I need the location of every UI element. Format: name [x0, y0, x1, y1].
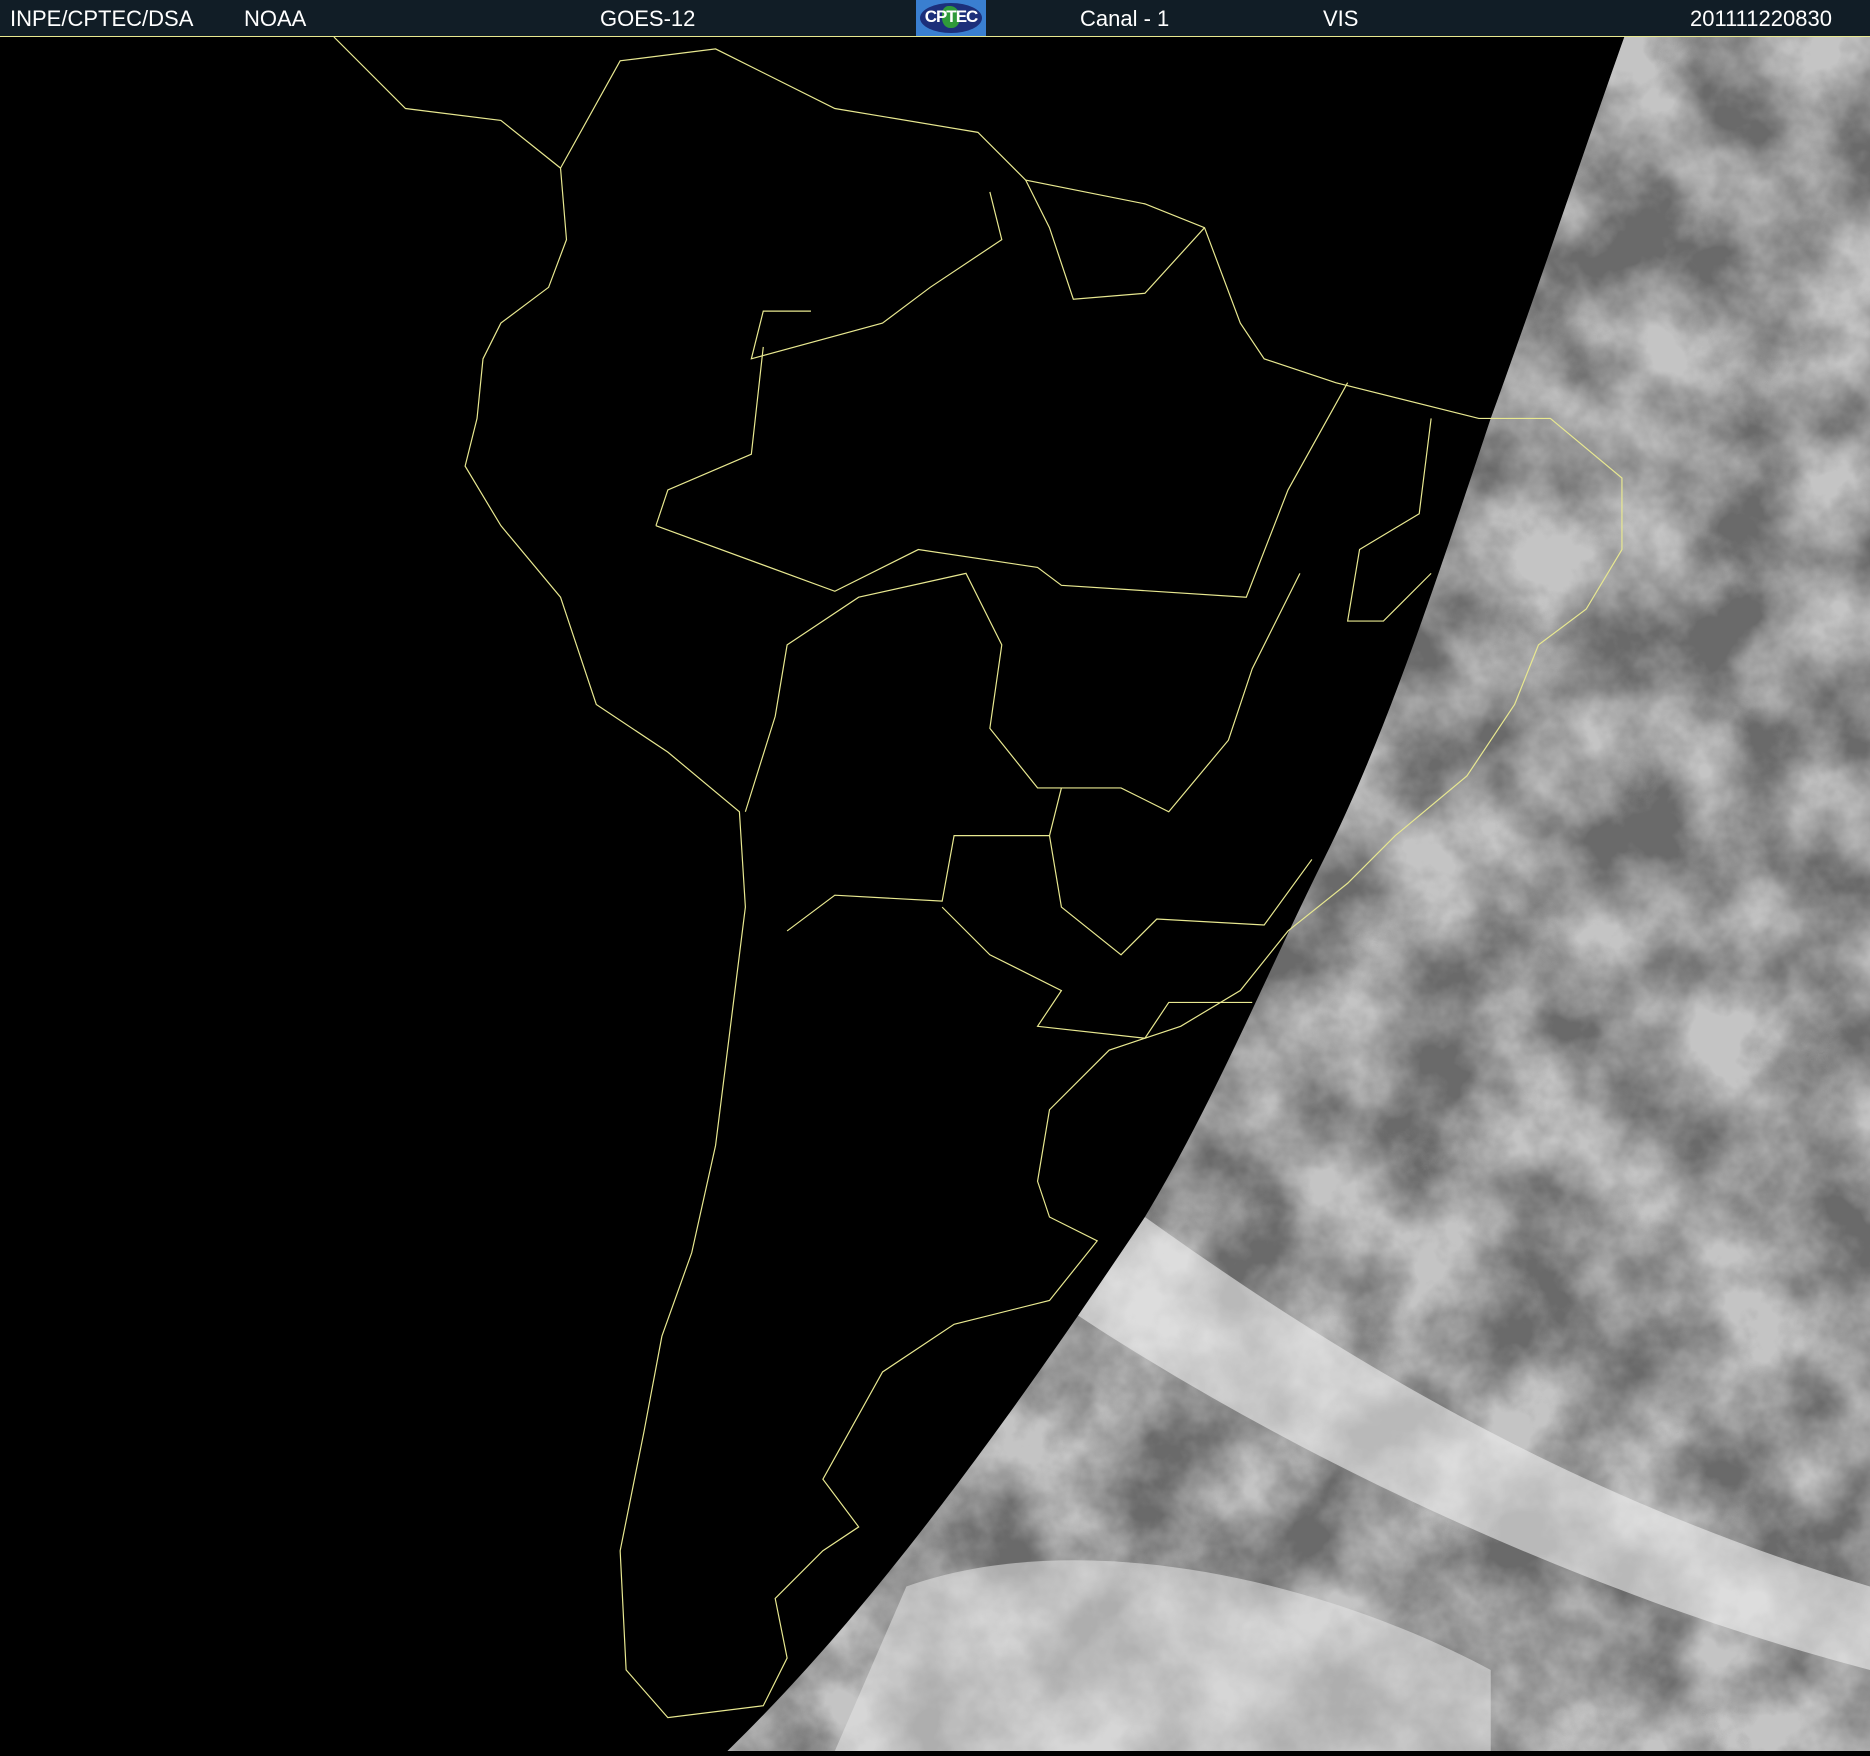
source-label: NOAA [244, 6, 307, 31]
header-bar: INPE/CPTEC/DSA NOAA GOES-12 CPTEC Canal … [0, 0, 1870, 36]
daylight-region [727, 37, 1870, 1751]
logo-text: CPTEC [924, 7, 979, 26]
channel-label: Canal - 1 [1080, 6, 1170, 31]
satellite-label: GOES-12 [600, 6, 696, 31]
cptec-logo: CPTEC [916, 0, 986, 36]
agency-label: INPE/CPTEC/DSA [10, 6, 194, 31]
satellite-image [0, 36, 1870, 1751]
timestamp-label: 201111220830 [1690, 6, 1832, 31]
map-svg [333, 36, 1870, 1751]
band-label: VIS [1323, 6, 1359, 31]
